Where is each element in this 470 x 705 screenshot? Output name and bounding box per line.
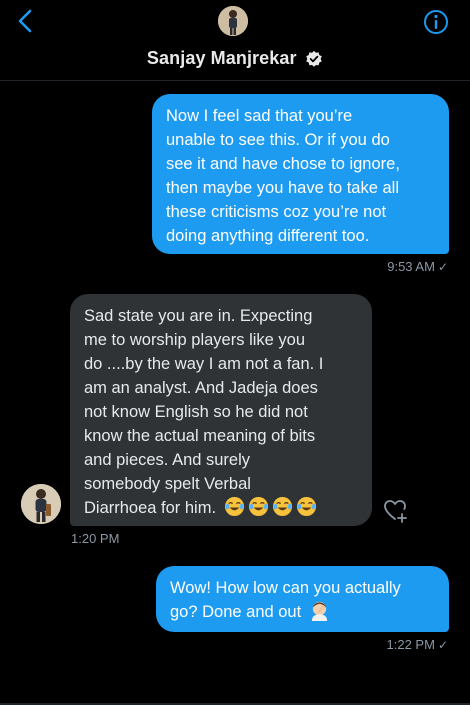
message-line-with-emoji: Diarrhoea for him. <box>84 496 358 520</box>
sender-avatar[interactable] <box>21 484 61 524</box>
message-line: know the actual meaning of bits <box>84 427 316 445</box>
sent-check-icon: ✓ <box>437 260 448 274</box>
conversation-header: Sanjay Manjrekar <box>0 0 470 81</box>
outgoing-message-bubble[interactable]: Now I feel sad that you’re unable to see… <box>152 94 449 254</box>
message-line: these criticisms coz you’re not <box>166 203 387 221</box>
message-line: Wow! How low can you actually <box>170 579 401 597</box>
timestamp-text: 1:22 PM <box>386 637 435 652</box>
message-line: see it and have chose to ignore, <box>166 155 400 173</box>
message-line: me to worship players like you <box>84 331 306 349</box>
tears-of-joy-emoji-icon <box>248 496 268 517</box>
message-line: Now I feel sad that you’re <box>166 107 353 125</box>
outgoing-message-bubble[interactable]: Wow! How low can you actually go? Done a… <box>156 566 449 632</box>
tears-of-joy-emoji-icon <box>296 496 316 517</box>
incoming-message-bubble[interactable]: Sad state you are in. Expecting me to wo… <box>70 294 372 526</box>
info-icon[interactable] <box>422 8 450 36</box>
message-text: Diarrhoea for him. <box>84 499 217 517</box>
person-facepalming-emoji-icon <box>311 601 327 621</box>
message-text: go? Done and out <box>170 603 302 621</box>
message-line: am an analyst. And Jadeja does <box>84 379 318 397</box>
contact-name-row[interactable]: Sanjay Manjrekar <box>0 48 470 69</box>
contact-name: Sanjay Manjrekar <box>146 48 297 68</box>
message-line: do ....by the way I am not a fan. I <box>84 355 324 373</box>
back-chevron-icon[interactable] <box>12 6 40 36</box>
message-line: then maybe you have to take all <box>166 179 399 197</box>
message-line: and pieces. And surely <box>84 451 251 469</box>
timestamp-text: 9:53 AM <box>387 259 435 274</box>
sent-check-icon: ✓ <box>437 638 448 652</box>
react-heart-plus-icon[interactable] <box>383 498 409 524</box>
message-line: Sad state you are in. Expecting <box>84 307 313 325</box>
contact-avatar[interactable] <box>218 6 248 36</box>
message-line: doing anything different too. <box>166 227 370 245</box>
message-timestamp: 9:53 AM ✓ <box>387 259 448 274</box>
message-timestamp: 1:22 PM ✓ <box>387 637 448 652</box>
message-line: unable to see this. Or if you do <box>166 131 390 149</box>
message-timestamp: 1:20 PM <box>71 531 119 546</box>
message-line: not know English so he did not <box>84 403 308 421</box>
tears-of-joy-emoji-icon <box>224 496 244 517</box>
verified-badge-icon <box>306 50 322 67</box>
message-line-with-emoji: go? Done and out <box>170 600 435 624</box>
tears-of-joy-emoji-icon <box>272 496 292 517</box>
timestamp-text: 1:20 PM <box>71 531 120 546</box>
message-line: somebody spelt Verbal <box>84 475 251 493</box>
